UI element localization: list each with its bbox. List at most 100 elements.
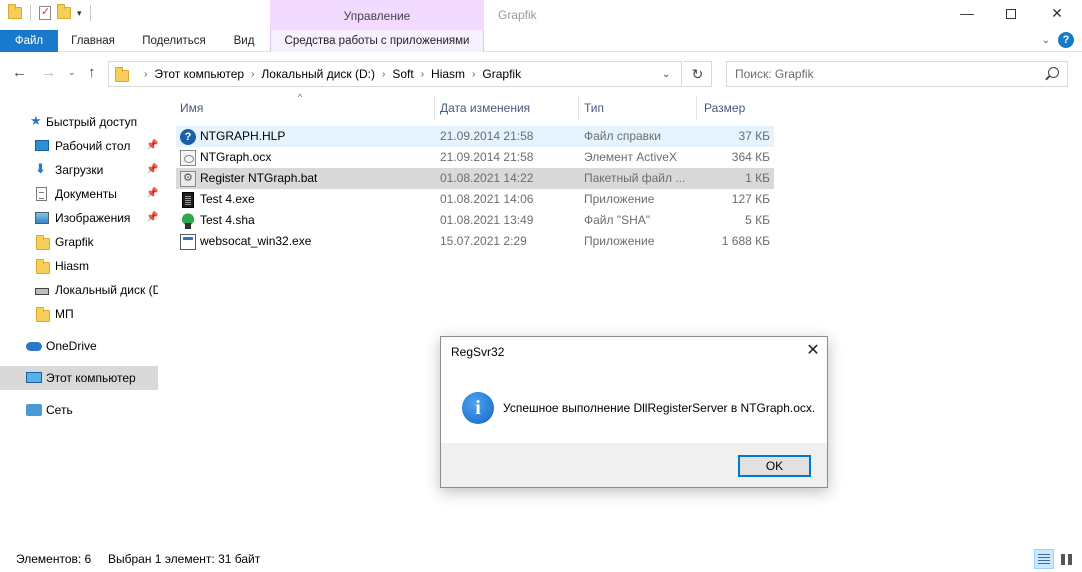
- nav-item-onedrive[interactable]: OneDrive: [0, 334, 158, 358]
- large-icons-view-icon: [1061, 554, 1072, 565]
- maximize-button[interactable]: [988, 0, 1034, 28]
- nav-item-quick-access[interactable]: ★ Быстрый доступ: [0, 110, 158, 134]
- details-view-button[interactable]: [1034, 549, 1054, 569]
- breadcrumb-hiasm[interactable]: Hiasm: [431, 67, 465, 81]
- column-header-date[interactable]: Дата изменения: [436, 96, 578, 120]
- file-date: 21.09.2014 21:58: [440, 129, 534, 143]
- nav-item-this-pc[interactable]: Этот компьютер: [0, 366, 158, 390]
- folder-icon: [36, 235, 50, 250]
- tab-view[interactable]: Вид: [224, 30, 264, 52]
- file-row[interactable]: ? NTGRAPH.HLP 21.09.2014 21:58 Файл спра…: [176, 126, 774, 147]
- column-divider[interactable]: [578, 96, 579, 120]
- column-header-name[interactable]: Имя: [176, 96, 434, 120]
- nav-item-documents[interactable]: Документы 📌: [0, 182, 158, 206]
- nav-item-label: Grapfik: [55, 235, 94, 249]
- breadcrumb-separator-icon[interactable]: ›: [144, 69, 147, 80]
- network-icon: [26, 404, 42, 416]
- breadcrumb-local-disk[interactable]: Локальный диск (D:): [261, 67, 375, 81]
- back-arrow-icon[interactable]: ←: [12, 64, 27, 81]
- pin-icon[interactable]: 📌: [146, 158, 158, 182]
- nav-item-label: Сеть: [46, 403, 73, 417]
- regsvr32-dialog: RegSvr32 ✕ i Успешное выполнение DllRegi…: [440, 336, 828, 488]
- expand-ribbon-icon[interactable]: ⌄: [1042, 35, 1050, 46]
- forward-arrow-icon[interactable]: →: [41, 64, 56, 81]
- tab-home[interactable]: Главная: [62, 30, 124, 52]
- pin-icon[interactable]: 📌: [146, 206, 158, 230]
- search-box[interactable]: [726, 61, 1068, 87]
- dialog-footer: OK: [441, 443, 827, 487]
- close-button[interactable]: ✕: [1034, 0, 1080, 28]
- breadcrumb-separator-icon[interactable]: ›: [472, 69, 475, 80]
- nav-item-network[interactable]: Сеть: [0, 398, 158, 422]
- file-date: 21.09.2014 21:58: [440, 150, 534, 164]
- refresh-button[interactable]: ↻: [684, 61, 712, 87]
- exe-file-icon: [182, 192, 194, 208]
- large-icons-view-button[interactable]: [1056, 549, 1076, 569]
- column-divider[interactable]: [696, 96, 697, 120]
- dialog-close-button[interactable]: ✕: [801, 339, 825, 363]
- nav-item-label: Этот компьютер: [46, 371, 136, 385]
- file-row[interactable]: NTGraph.ocx 21.09.2014 21:58 Элемент Act…: [176, 147, 774, 168]
- nav-item-downloads[interactable]: ⬇ Загрузки 📌: [0, 158, 158, 182]
- drive-icon: [35, 288, 49, 295]
- search-icon[interactable]: [1048, 67, 1059, 78]
- help-icon[interactable]: ?: [1058, 32, 1074, 48]
- item-count: Элементов: 6: [16, 552, 92, 566]
- dialog-message: Успешное выполнение DllRegisterServer в …: [503, 401, 816, 415]
- nav-item-mp[interactable]: МП: [0, 302, 158, 326]
- address-dropdown-icon[interactable]: ⌄: [662, 69, 670, 80]
- app-file-icon: [180, 234, 196, 250]
- nav-item-label: Рабочий стол: [55, 139, 131, 153]
- nav-item-hiasm[interactable]: Hiasm: [0, 254, 158, 278]
- divider: [30, 5, 31, 21]
- downloads-icon: ⬇: [35, 161, 46, 176]
- column-header-type[interactable]: Тип: [580, 96, 696, 120]
- column-divider[interactable]: [434, 96, 435, 120]
- nav-item-desktop[interactable]: Рабочий стол 📌: [0, 134, 158, 158]
- tab-file[interactable]: Файл: [0, 30, 58, 52]
- nav-item-label: Hiasm: [55, 259, 90, 273]
- window-title: Grapfik: [498, 8, 537, 22]
- context-group-label: Управление: [270, 0, 484, 30]
- pin-icon[interactable]: 📌: [146, 134, 158, 158]
- properties-icon[interactable]: [39, 5, 51, 20]
- divider: [89, 5, 91, 21]
- breadcrumb-separator-icon[interactable]: ›: [382, 69, 385, 80]
- ribbon-controls: ⌄ ?: [1042, 32, 1074, 48]
- nav-item-label: МП: [55, 307, 74, 321]
- new-folder-icon[interactable]: [57, 4, 71, 19]
- minimize-button[interactable]: —: [944, 0, 990, 28]
- sha-file-icon: [180, 213, 196, 229]
- breadcrumb-this-pc[interactable]: Этот компьютер: [154, 67, 244, 81]
- address-bar[interactable]: › Этот компьютер › Локальный диск (D:) ›…: [108, 61, 682, 87]
- breadcrumb-soft[interactable]: Soft: [392, 67, 413, 81]
- breadcrumb-separator-icon[interactable]: ›: [421, 69, 424, 80]
- nav-item-grapfik[interactable]: Grapfik: [0, 230, 158, 254]
- breadcrumb-separator-icon[interactable]: ›: [251, 69, 254, 80]
- breadcrumb-grapfik[interactable]: Grapfik: [482, 67, 521, 81]
- pictures-icon: [35, 212, 49, 224]
- recent-locations-icon[interactable]: ⌄: [68, 67, 76, 78]
- tab-app-tools[interactable]: Средства работы с приложениями: [270, 30, 484, 52]
- file-row[interactable]: Test 4.sha 01.08.2021 13:49 Файл "SHA" 5…: [176, 210, 774, 231]
- file-name: Register NTGraph.bat: [200, 171, 318, 185]
- file-type: Приложение: [584, 192, 655, 206]
- pin-icon[interactable]: 📌: [146, 182, 158, 206]
- nav-item-pictures[interactable]: Изображения 📌: [0, 206, 158, 230]
- column-header-size[interactable]: Размер: [700, 96, 774, 120]
- search-input[interactable]: [727, 62, 1027, 86]
- up-arrow-icon[interactable]: ↑: [88, 64, 96, 81]
- nav-item-label: Быстрый доступ: [46, 115, 138, 129]
- info-icon: i: [462, 392, 494, 424]
- file-row[interactable]: Register NTGraph.bat 01.08.2021 14:22 Па…: [176, 168, 774, 189]
- tab-share[interactable]: Поделиться: [134, 30, 214, 52]
- star-icon: ★: [30, 113, 42, 128]
- nav-item-local-disk[interactable]: Локальный диск (D:): [0, 278, 158, 302]
- file-name: Test 4.sha: [200, 213, 255, 227]
- file-row[interactable]: Test 4.exe 01.08.2021 14:06 Приложение 1…: [176, 189, 774, 210]
- customize-qat-icon[interactable]: ▾: [77, 8, 82, 19]
- file-row[interactable]: websocat_win32.exe 15.07.2021 2:29 Прило…: [176, 231, 774, 252]
- nav-item-label: OneDrive: [46, 339, 97, 353]
- ok-button[interactable]: OK: [738, 455, 811, 477]
- file-size: 37 КБ: [738, 129, 770, 143]
